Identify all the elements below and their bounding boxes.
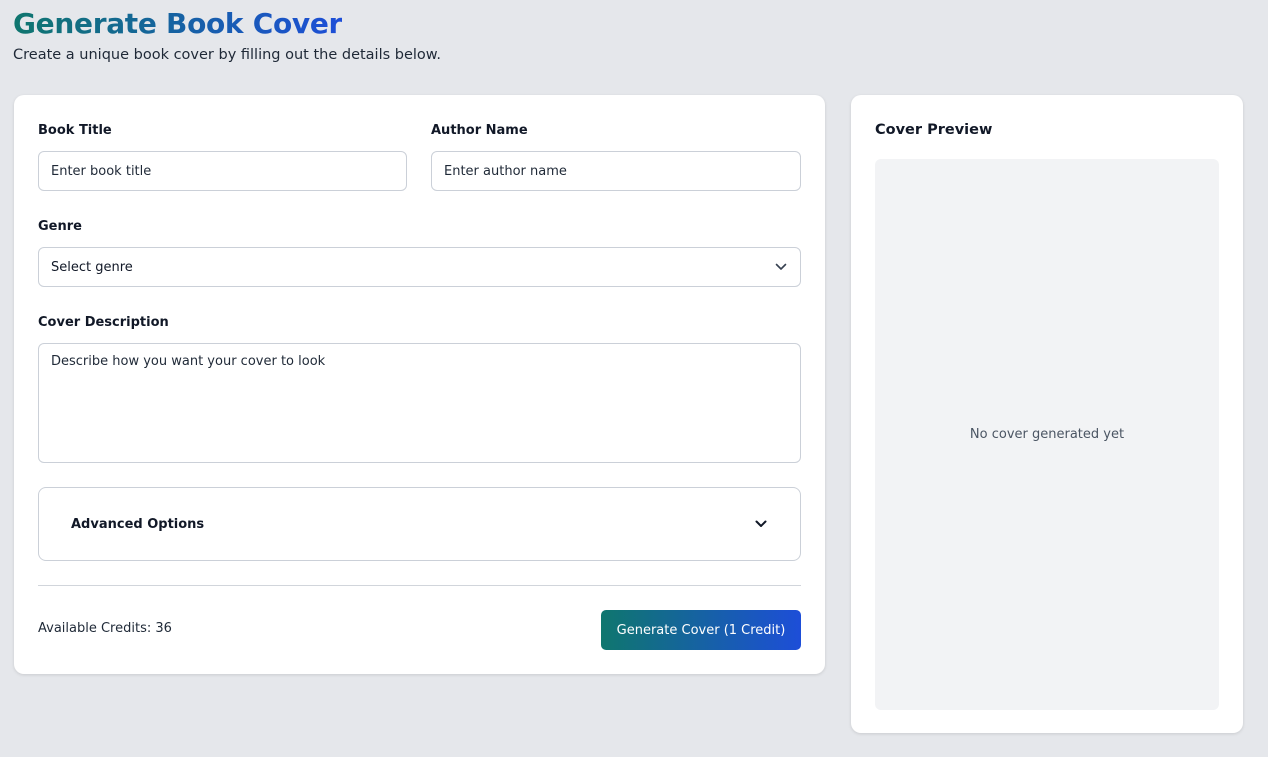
genre-select[interactable]: Select genre (38, 247, 801, 287)
cover-description-label: Cover Description (38, 315, 169, 330)
genre-label: Genre (38, 219, 82, 234)
page-subtitle: Create a unique book cover by filling ou… (13, 47, 441, 63)
book-title-label: Book Title (38, 123, 112, 138)
generate-cover-button[interactable]: Generate Cover (1 Credit) (601, 610, 801, 650)
chevron-down-icon (754, 517, 768, 531)
genre-select-value: Select genre (51, 259, 133, 275)
author-name-label: Author Name (431, 123, 528, 138)
cover-preview-area: No cover generated yet (875, 159, 1219, 710)
form-card: Book Title Author Name Genre Select genr… (14, 95, 825, 674)
advanced-options-label: Advanced Options (71, 516, 205, 532)
chevron-down-icon (774, 260, 788, 274)
cover-description-textarea[interactable] (38, 343, 801, 463)
available-credits: Available Credits: 36 (38, 621, 172, 636)
page-header: Generate Book Cover Create a unique book… (13, 6, 441, 63)
advanced-options-toggle[interactable]: Advanced Options (38, 487, 801, 561)
divider (38, 585, 801, 586)
preview-card: Cover Preview No cover generated yet (851, 95, 1243, 733)
preview-title: Cover Preview (875, 122, 993, 138)
preview-empty-text: No cover generated yet (969, 427, 1125, 442)
book-title-input[interactable] (38, 151, 407, 191)
author-name-input[interactable] (431, 151, 801, 191)
page-title: Generate Book Cover (13, 7, 343, 40)
